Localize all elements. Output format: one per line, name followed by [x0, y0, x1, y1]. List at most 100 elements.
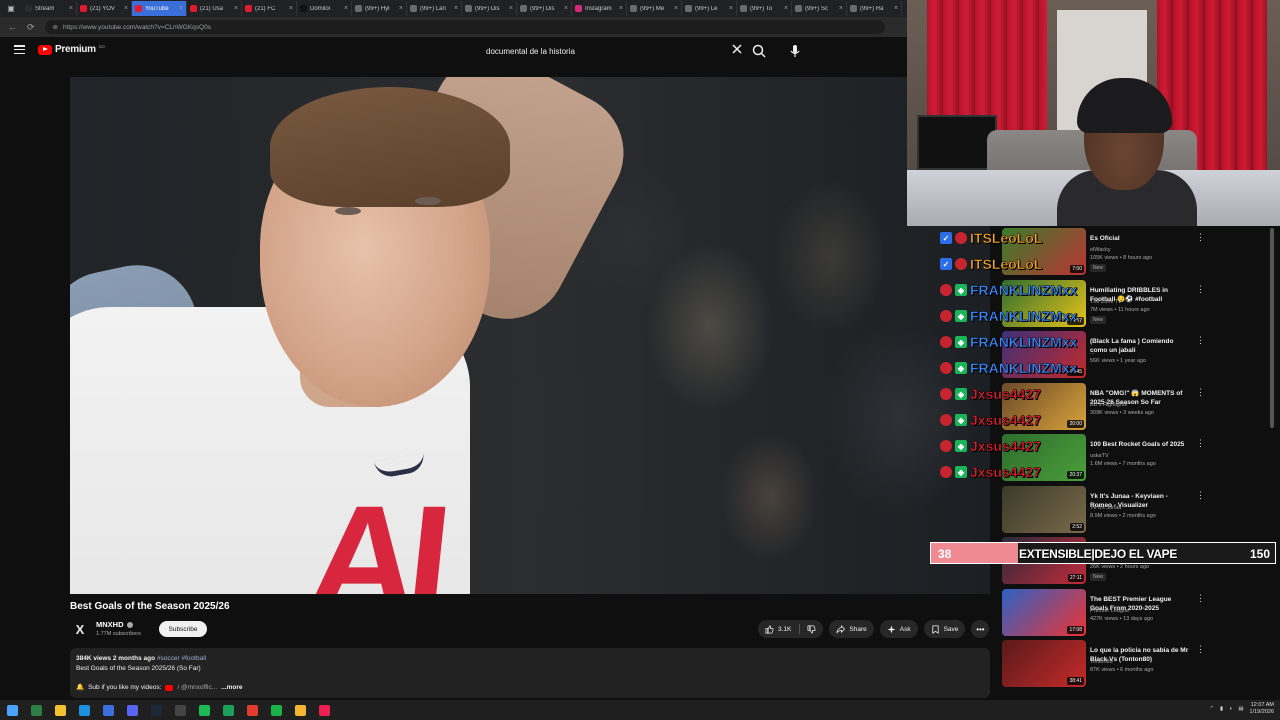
chrome-icon[interactable] — [288, 700, 312, 720]
tab-close-icon[interactable]: × — [69, 5, 73, 12]
related-video-channel[interactable]: elWacky — [1090, 247, 1111, 253]
related-video-channel[interactable]: Tonton80 — [1090, 659, 1113, 665]
chevron-up-icon[interactable]: ⌃ — [1209, 706, 1214, 712]
related-video-thumbnail[interactable]: 2:52 — [1002, 485, 1086, 533]
related-video-thumbnail[interactable]: 17:08 — [1002, 588, 1086, 636]
browser-tab[interactable]: (21) FC × — [242, 1, 297, 16]
speaker-icon[interactable]: ◖ — [1229, 706, 1232, 712]
tab-close-icon[interactable]: × — [729, 5, 733, 12]
browser-tab[interactable]: (99+) Le × — [682, 1, 737, 16]
search-icon[interactable] — [751, 43, 767, 59]
more-options-icon[interactable]: ⋮ — [1196, 387, 1205, 396]
more-options-icon[interactable]: ⋮ — [1196, 490, 1205, 499]
more-options-icon[interactable]: ⋮ — [1196, 439, 1205, 448]
browser-tab[interactable]: YouTube × — [132, 1, 187, 16]
store-icon[interactable] — [96, 700, 120, 720]
more-options-icon[interactable]: ⋮ — [1196, 645, 1205, 654]
browser-tab[interactable]: (99+) Me × — [627, 1, 682, 16]
browser-tab[interactable]: (99+) To × — [737, 1, 792, 16]
tab-close-icon[interactable]: × — [124, 5, 128, 12]
tiktok-icon[interactable] — [312, 700, 336, 720]
browser-tab[interactable]: (99+) Ra × — [847, 1, 902, 16]
tab-close-icon[interactable]: × — [179, 5, 183, 12]
like-button[interactable]: 3.1K — [758, 620, 824, 638]
browser-tab[interactable]: Stream × — [22, 1, 77, 16]
browser-tab[interactable]: (99+) Dis × — [517, 1, 572, 16]
chrome-icon[interactable] — [240, 700, 264, 720]
subscribe-button[interactable]: Subscribe — [159, 621, 207, 637]
related-video-channel[interactable]: Yk It's Junaa — [1090, 505, 1121, 511]
tab-close-icon[interactable]: × — [894, 5, 898, 12]
microphone-icon[interactable] — [787, 43, 803, 59]
share-button[interactable]: Share — [829, 620, 874, 638]
description-hashtags[interactable]: #soccer #football — [157, 655, 206, 662]
terminal-icon[interactable] — [24, 700, 48, 720]
related-video-thumbnail[interactable]: 38:41 — [1002, 640, 1086, 687]
battery-icon[interactable]: ▮ — [1220, 706, 1223, 712]
steam-icon[interactable] — [144, 700, 168, 720]
ask-button[interactable]: Ask — [879, 620, 918, 638]
windows-start-icon[interactable] — [0, 700, 24, 720]
browser-tab[interactable]: Instagram × — [572, 1, 627, 16]
search-clear-icon[interactable] — [730, 42, 744, 56]
scrollbar[interactable] — [1270, 228, 1274, 428]
related-video[interactable]: 38:41 Lo que la policia no sabia de Mr Bl… — [1000, 640, 1210, 687]
browser-tab[interactable]: (99+) Dis × — [462, 1, 517, 16]
obs-icon[interactable] — [168, 700, 192, 720]
related-video-channel[interactable]: Premier League — [1090, 608, 1129, 614]
related-video[interactable]: 17:08 The BEST Premier League Goals From … — [1000, 588, 1210, 636]
discord-icon[interactable] — [120, 700, 144, 720]
video-description[interactable]: 384K views 2 months ago #soccer #footbal… — [70, 648, 990, 698]
tab-close-icon[interactable]: × — [564, 5, 568, 12]
description-link[interactable]: / @mnxoffic... — [177, 683, 217, 693]
related-video-title[interactable]: (Black La fama ) Comiendo como un jabali — [1090, 337, 1190, 355]
more-options-icon[interactable]: ⋮ — [1196, 336, 1205, 345]
spotify-icon[interactable] — [192, 700, 216, 720]
tab-search-icon[interactable]: ▣ — [0, 0, 22, 17]
description-more[interactable]: ...more — [221, 683, 242, 693]
browser-tab[interactable]: (21) Usa × — [187, 1, 242, 16]
channel-name-row[interactable]: MNXHD — [96, 620, 133, 629]
browser-tab[interactable]: (99+) Lan × — [407, 1, 462, 16]
menu-icon[interactable] — [14, 45, 25, 54]
youtube-logo[interactable]: Premium DO — [38, 44, 105, 55]
more-options-icon[interactable]: ⋮ — [1196, 233, 1205, 242]
related-video-channel[interactable]: ... — [1090, 350, 1095, 356]
site-info-icon[interactable]: ⊚ — [53, 23, 58, 31]
more-options-icon[interactable]: ⋮ — [1196, 593, 1205, 602]
tab-close-icon[interactable]: × — [784, 5, 788, 12]
url-field[interactable]: ⊚ https://www.youtube.com/watch?v=CLnWGK… — [44, 20, 885, 34]
network-icon[interactable]: ▤ — [1238, 706, 1243, 712]
browser-tab[interactable]: (99+) Sc × — [792, 1, 847, 16]
video-player[interactable]: AI — [70, 77, 990, 594]
tab-close-icon[interactable]: × — [399, 5, 403, 12]
more-actions-icon[interactable]: ••• — [971, 620, 990, 638]
tab-close-icon[interactable]: × — [839, 5, 843, 12]
channel-avatar[interactable]: X — [70, 619, 90, 639]
reload-icon[interactable]: ⟳ — [27, 22, 35, 33]
app-icon[interactable] — [216, 700, 240, 720]
tab-close-icon[interactable]: × — [674, 5, 678, 12]
more-options-icon[interactable]: ⋮ — [1196, 284, 1205, 293]
channel-name[interactable]: MNXHD — [96, 620, 124, 629]
tab-close-icon[interactable]: × — [509, 5, 513, 12]
save-button[interactable]: Save — [923, 620, 966, 638]
browser-tab[interactable]: (99+) Hyl × — [352, 1, 407, 16]
browser-tab[interactable]: Domilol × — [297, 1, 352, 16]
related-video-channel[interactable]: BD's Highlights — [1090, 402, 1127, 408]
tab-close-icon[interactable]: × — [344, 5, 348, 12]
tab-close-icon[interactable]: × — [234, 5, 238, 12]
related-video-title[interactable]: 100 Best Rocket Goals of 2025 — [1090, 440, 1190, 449]
file-explorer-icon[interactable] — [48, 700, 72, 720]
tab-close-icon[interactable]: × — [289, 5, 293, 12]
related-video-channel[interactable]: uskaTV — [1090, 453, 1109, 459]
game-icon[interactable] — [264, 700, 288, 720]
related-video[interactable]: 2:52 Yk It's Junaa - Keyviaen - Romeo - V… — [1000, 485, 1210, 533]
related-video-channel[interactable]: The Zone Tv — [1090, 299, 1121, 305]
tab-close-icon[interactable]: × — [619, 5, 623, 12]
related-video-title[interactable]: Es Oficial — [1090, 234, 1190, 243]
back-icon[interactable]: ← — [8, 22, 17, 32]
clock[interactable]: 12:07 AM 1/19/2026 — [1250, 702, 1274, 716]
edge-browser-icon[interactable] — [72, 700, 96, 720]
thumbs-down-icon[interactable] — [807, 625, 816, 634]
